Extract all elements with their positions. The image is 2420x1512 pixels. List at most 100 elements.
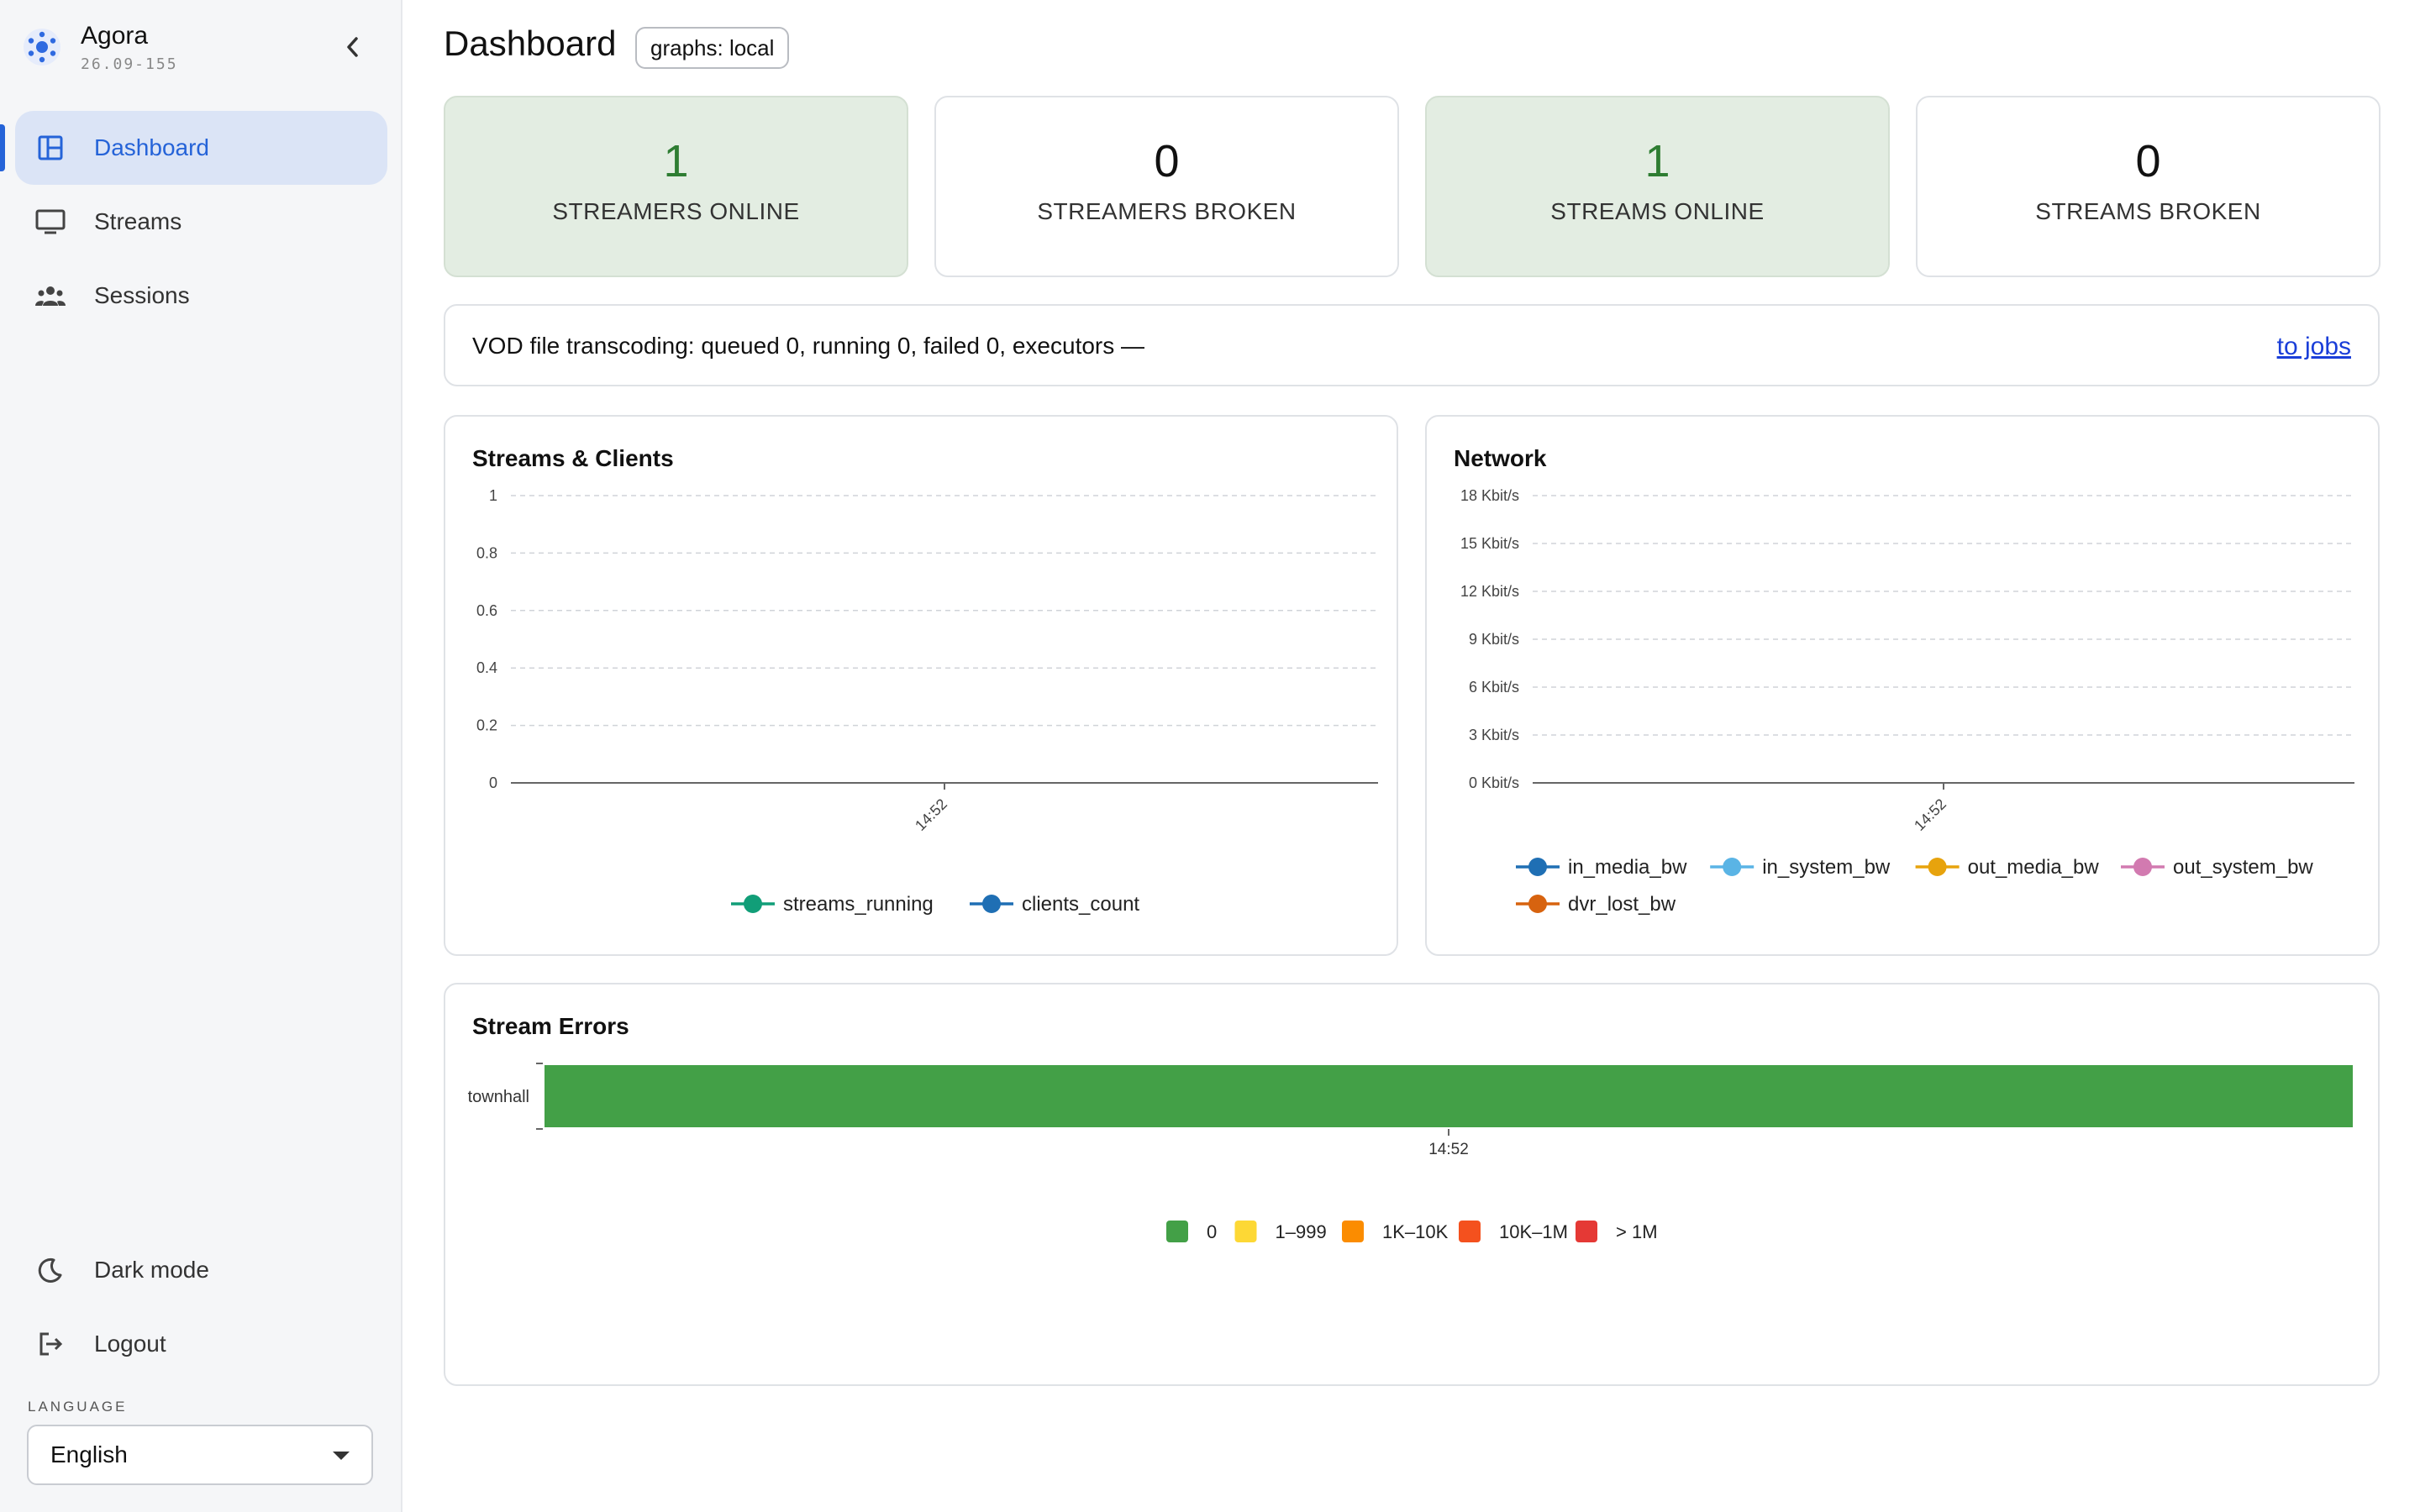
sidebar-item-dashboard[interactable]: Dashboard xyxy=(0,111,387,185)
legend-swatch xyxy=(1166,1221,1188,1242)
y-tick-label: 0.2 xyxy=(476,717,497,734)
legend-marker xyxy=(982,895,1001,913)
language-value: English xyxy=(50,1441,128,1467)
legend-label: in_system_bw xyxy=(1762,856,1891,879)
network-chart: 0 Kbit/s 3 Kbit/s 6 Kbit/s 9 Kbit/s 12 Kbit/… xyxy=(1460,487,2354,916)
legend-label: > 1M xyxy=(1616,1221,1658,1242)
legend-item[interactable]: 0 xyxy=(1166,1221,1217,1242)
language-select[interactable]: English xyxy=(27,1425,373,1485)
people-icon xyxy=(34,279,67,312)
legend-label: 10K–1M xyxy=(1499,1221,1568,1242)
sidebar-item-label: Dashboard xyxy=(94,134,209,160)
y-tick-label: 0 xyxy=(489,774,497,791)
brand: Agora 26.09-155 xyxy=(22,22,375,76)
dark-mode-label: Dark mode xyxy=(94,1257,209,1283)
logo-icon xyxy=(24,29,60,66)
app-name: Agora xyxy=(81,22,149,50)
legend-item[interactable]: dvr_lost_bw xyxy=(1516,893,1676,916)
legend-item[interactable]: 1–999 xyxy=(1234,1221,1327,1242)
legend-swatch xyxy=(1576,1221,1597,1242)
sidebar-item-streams[interactable]: Streams xyxy=(15,185,387,259)
page-title: Dashboard xyxy=(444,24,617,63)
legend-label: 0 xyxy=(1207,1221,1217,1242)
logout-icon xyxy=(34,1327,67,1361)
stat-label: STREAMERS BROKEN xyxy=(1037,198,1297,224)
y-tick-label: 9 Kbit/s xyxy=(1469,631,1519,648)
collapse-sidebar-button[interactable] xyxy=(336,30,370,64)
dark-mode-toggle[interactable]: Dark mode xyxy=(15,1236,385,1304)
y-tick-label: 3 Kbit/s xyxy=(1469,727,1519,743)
legend-label: streams_running xyxy=(783,893,934,916)
sidebar-nav: Dashboard Streams Sessions xyxy=(0,111,402,333)
legend-item[interactable]: in_media_bw xyxy=(1516,856,1687,879)
y-tick-label: 1 xyxy=(489,487,497,504)
legend-label: 1K–10K xyxy=(1382,1221,1449,1242)
network-panel: Network 0 Kbit/s 3 Kbit/s 6 Kbit/s 9 Kbit/s… xyxy=(1425,415,2380,956)
logout-button[interactable]: Logout xyxy=(15,1310,385,1378)
legend-item[interactable]: 1K–10K xyxy=(1342,1221,1449,1242)
stat-card-streams-broken: 0 STREAMS BROKEN xyxy=(1916,96,2381,277)
app-version: 26.09-155 xyxy=(81,55,178,73)
legend-marker xyxy=(1723,858,1742,876)
legend-swatch xyxy=(1459,1221,1481,1242)
stat-label: STREAMERS ONLINE xyxy=(552,198,800,224)
legend-item[interactable]: out_media_bw xyxy=(1915,856,2100,879)
y-tick-label: 0.4 xyxy=(476,659,497,676)
x-tick-label: 14:52 xyxy=(912,795,950,834)
legend-label: in_media_bw xyxy=(1568,856,1687,879)
legend-item[interactable]: clients_count xyxy=(970,893,1139,916)
legend-item[interactable]: > 1M xyxy=(1576,1221,1658,1242)
legend-item[interactable]: out_system_bw xyxy=(2121,856,2313,879)
chevron-left-icon xyxy=(347,37,358,57)
stat-value: 0 xyxy=(2135,136,2161,186)
y-tick-label: 18 Kbit/s xyxy=(1460,487,1519,504)
stat-card-streams-online: 1 STREAMS ONLINE xyxy=(1425,96,1890,277)
sidebar: Agora 26.09-155 Dashboard Streams Sessio… xyxy=(0,0,402,1512)
sidebar-item-label: Sessions xyxy=(94,282,190,308)
stat-card-streamers-online: 1 STREAMERS ONLINE xyxy=(444,96,908,277)
graphs-badge: graphs: local xyxy=(635,27,790,69)
sidebar-item-sessions[interactable]: Sessions xyxy=(15,259,387,333)
dashboard-icon xyxy=(34,131,67,165)
y-tick-label: 12 Kbit/s xyxy=(1460,583,1519,600)
streams-clients-chart: 0 0.2 0.4 0.6 0.8 1 14:52 streams_running client… xyxy=(476,487,1378,916)
language-label: LANGUAGE xyxy=(28,1399,128,1415)
legend-item[interactable]: 10K–1M xyxy=(1459,1221,1568,1242)
legend-marker xyxy=(1528,895,1547,913)
caret-down-icon xyxy=(333,1452,350,1460)
legend-label: dvr_lost_bw xyxy=(1568,893,1676,916)
streams-clients-panel: Streams & Clients 0 0.2 0.4 0.6 0.8 1 14:52 str… xyxy=(444,415,1398,956)
legend-marker xyxy=(744,895,762,913)
to-jobs-link[interactable]: to jobs xyxy=(2277,333,2351,361)
legend-label: 1–999 xyxy=(1276,1221,1327,1242)
y-tick-label: 0.8 xyxy=(476,544,497,561)
heatmap-cell[interactable] xyxy=(544,1065,2353,1127)
y-tick-label: 15 Kbit/s xyxy=(1460,535,1519,552)
x-tick-label: 14:52 xyxy=(1911,795,1949,834)
legend-label: clients_count xyxy=(1022,893,1139,916)
legend-label: out_media_bw xyxy=(1968,856,2100,879)
stream-errors-chart: townhall 14:52 0 1–999 1K–10K 10K–1M > 1M xyxy=(468,1063,2353,1242)
vod-status-text: VOD file transcoding: queued 0, running … xyxy=(472,333,1145,359)
vod-status-bar: VOD file transcoding: queued 0, running … xyxy=(444,304,2380,386)
y-tick-label: 6 Kbit/s xyxy=(1469,679,1519,696)
legend-item[interactable]: streams_running xyxy=(731,893,934,916)
stat-label: STREAMS BROKEN xyxy=(2035,198,2261,224)
legend-item[interactable]: in_system_bw xyxy=(1710,856,1891,879)
logout-label: Logout xyxy=(94,1331,166,1357)
monitor-icon xyxy=(34,205,67,239)
legend-swatch xyxy=(1234,1221,1257,1242)
stat-label: STREAMS ONLINE xyxy=(1550,198,1765,224)
legend-marker xyxy=(2133,858,2152,876)
stat-value: 0 xyxy=(1154,136,1180,186)
x-tick-label: 14:52 xyxy=(1428,1141,1469,1158)
stat-value: 1 xyxy=(1644,136,1670,186)
y-tick-label: 0.6 xyxy=(476,602,497,619)
stat-card-streamers-broken: 0 STREAMERS BROKEN xyxy=(934,96,1399,277)
row-label: townhall xyxy=(468,1088,529,1106)
sidebar-item-label: Streams xyxy=(94,208,182,234)
legend-marker xyxy=(1528,858,1547,876)
moon-icon xyxy=(34,1253,67,1287)
legend-swatch xyxy=(1342,1221,1364,1242)
stream-errors-panel: Stream Errors townhall 14:52 0 1–999 1K–10K 1… xyxy=(444,983,2380,1386)
